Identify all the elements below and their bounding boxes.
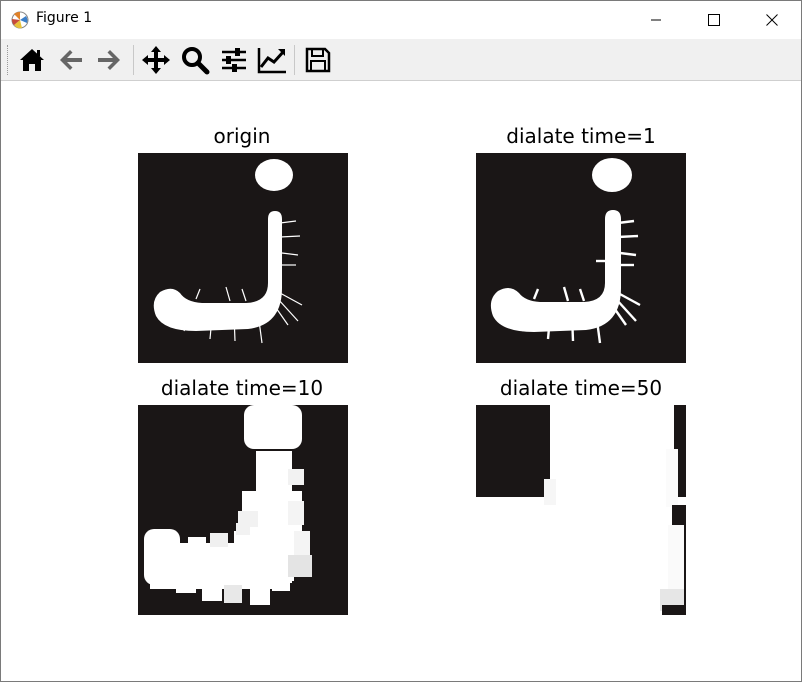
- image-dilate-1[interactable]: [476, 153, 686, 363]
- maximize-icon: [708, 14, 720, 26]
- home-button[interactable]: [15, 43, 49, 77]
- pan-button[interactable]: [139, 43, 173, 77]
- letter-j-image: [153, 159, 303, 344]
- pan-icon: [142, 46, 170, 74]
- back-button[interactable]: [54, 43, 88, 77]
- image-origin[interactable]: [138, 153, 348, 363]
- zoom-button[interactable]: [178, 43, 212, 77]
- navigation-toolbar: [1, 39, 801, 81]
- letter-j-image: [490, 158, 641, 344]
- subplot-title-origin: origin: [213, 124, 271, 148]
- forward-icon: [98, 50, 120, 70]
- minimize-icon: [651, 19, 661, 21]
- letter-j-image: [476, 405, 686, 615]
- subplot-title-dilate-1: dialate time=1: [506, 124, 656, 148]
- title-bar: Figure 1: [1, 1, 801, 39]
- close-button[interactable]: [743, 1, 801, 39]
- minimize-button[interactable]: [627, 1, 685, 39]
- forward-button[interactable]: [92, 43, 126, 77]
- figure-window: Figure 1 origin dialate time=1 dialate t…: [0, 0, 802, 682]
- maximize-button[interactable]: [685, 1, 743, 39]
- matplotlib-app-icon: [11, 11, 29, 29]
- toolbar-separator: [133, 45, 134, 75]
- letter-j-image: [144, 405, 312, 605]
- subplot-title-dilate-10: dialate time=10: [160, 376, 324, 400]
- configure-subplots-icon: [222, 48, 246, 72]
- image-dilate-50[interactable]: [476, 405, 686, 615]
- back-icon: [60, 50, 82, 70]
- figure-canvas[interactable]: origin dialate time=1 dialate time=10 di…: [1, 81, 801, 681]
- save-icon: [305, 47, 331, 73]
- image-dilate-10[interactable]: [138, 405, 348, 615]
- window-title: Figure 1: [36, 10, 93, 26]
- home-icon: [20, 49, 44, 71]
- toolbar-grip: [7, 45, 10, 75]
- configure-subplots-button[interactable]: [217, 43, 251, 77]
- zoom-icon: [182, 47, 210, 75]
- close-icon: [766, 14, 778, 26]
- edit-axis-icon: [257, 48, 286, 74]
- save-button[interactable]: [301, 43, 335, 77]
- toolbar-separator: [294, 45, 295, 75]
- edit-axis-button[interactable]: [255, 43, 289, 77]
- subplot-title-dilate-50: dialate time=50: [499, 376, 663, 400]
